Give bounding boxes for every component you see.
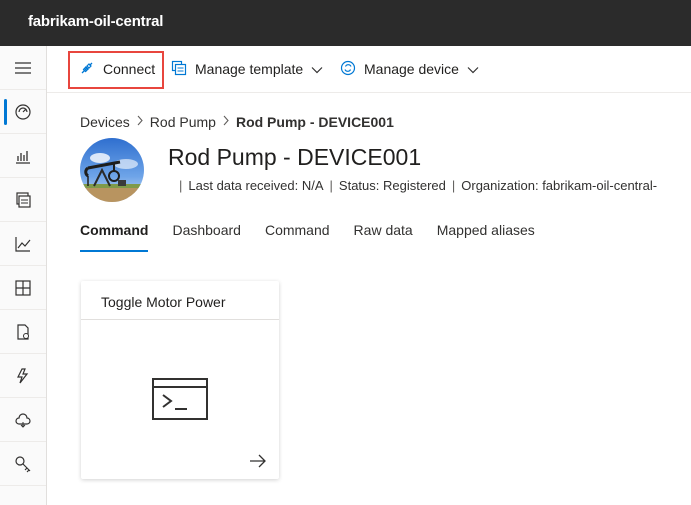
tab-dashboard[interactable]: Dashboard [172,222,241,252]
chevron-right-icon [136,115,144,129]
file-icon[interactable] [0,310,46,354]
terminal-icon [151,377,209,426]
analytics-icon[interactable] [0,134,46,178]
breadcrumb-devices[interactable]: Devices [80,114,130,130]
hamburger-icon[interactable] [0,46,46,90]
rules-icon[interactable] [0,354,46,398]
nav-dashboard-icon[interactable] [0,90,46,134]
page-title: Rod Pump - DEVICE001 [168,144,422,170]
left-nav [0,46,47,505]
manage-device-icon [340,60,356,79]
device-tabs: Command Dashboard Command Raw data Mappe… [80,222,559,252]
breadcrumb: Devices Rod Pump Rod Pump - DEVICE001 [80,114,394,130]
separator: | [451,178,456,193]
tab-mapped-aliases[interactable]: Mapped aliases [437,222,535,252]
tab-command[interactable]: Command [265,222,330,252]
devices-icon[interactable] [0,178,46,222]
device-meta: | Last data received: N/A | Status: Registe… [173,178,657,193]
app-title[interactable]: fabrikam-oil-central [28,13,163,30]
key-icon[interactable] [0,442,46,486]
manage-device-button[interactable]: Manage device [340,55,479,83]
manage-device-label: Manage device [364,61,459,77]
device-status: Status: Registered [338,178,446,193]
arrow-right-icon[interactable] [249,453,267,474]
dashboard-grid-icon[interactable] [0,266,46,310]
manage-template-button[interactable]: Manage template [171,55,323,83]
tab-command-active[interactable]: Command [80,222,149,252]
chevron-down-icon [311,61,323,77]
breadcrumb-rod-pump[interactable]: Rod Pump [150,114,216,130]
chevron-down-icon [467,61,479,77]
connect-highlight-box [68,51,164,89]
separator: | [179,178,183,193]
tab-raw-data[interactable]: Raw data [354,222,413,252]
breadcrumb-current: Rod Pump - DEVICE001 [235,114,394,130]
chart-icon[interactable] [0,222,46,266]
separator: | [329,178,333,193]
command-tile[interactable]: Toggle Motor Power [81,281,279,479]
top-bar: fabrikam-oil-central [0,0,691,46]
chevron-right-icon [222,115,230,129]
cloud-icon[interactable] [0,398,46,442]
manage-template-label: Manage template [195,61,304,77]
device-organization: Organization: fabrikam-oil-central- [461,178,658,193]
command-tile-title: Toggle Motor Power [81,281,279,320]
device-avatar [80,138,144,202]
template-icon [171,60,187,79]
last-data-received: Last data received: N/A [188,178,324,193]
